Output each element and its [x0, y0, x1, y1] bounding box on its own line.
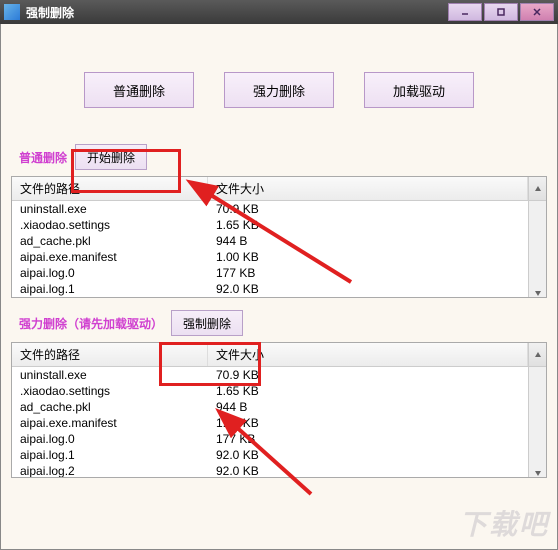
scrollbar[interactable]: [528, 201, 546, 297]
cell-path: .xiaodao.settings: [20, 218, 216, 232]
cell-size: 944 B: [216, 234, 538, 248]
section1-header: 普通删除 开始删除: [11, 138, 547, 176]
table-row[interactable]: aipai.exe.manifest1.00 KB: [12, 249, 546, 265]
cell-path: aipai.log.0: [20, 432, 216, 446]
table-row[interactable]: aipai.log.0177 KB: [12, 431, 546, 447]
cell-path: ad_cache.pkl: [20, 400, 216, 414]
window-title: 强制删除: [26, 4, 448, 21]
cell-path: aipai.log.1: [20, 282, 216, 296]
cell-size: 177 KB: [216, 432, 538, 446]
section2-table: 文件的路径 文件大小 uninstall.exe70.9 KB.xiaodao.…: [11, 342, 547, 478]
table-row[interactable]: aipai.log.0177 KB: [12, 265, 546, 281]
table-row[interactable]: .xiaodao.settings1.65 KB: [12, 383, 546, 399]
section2-label: 强力删除（请先加载驱动）: [19, 315, 163, 332]
cell-size: 177 KB: [216, 266, 538, 280]
load-driver-button[interactable]: 加载驱动: [364, 72, 474, 108]
cell-size: 1.00 KB: [216, 250, 538, 264]
cell-size: 92.0 KB: [216, 282, 538, 296]
table-row[interactable]: ad_cache.pkl944 B: [12, 233, 546, 249]
table-row[interactable]: ad_cache.pkl944 B: [12, 399, 546, 415]
cell-path: .xiaodao.settings: [20, 384, 216, 398]
col-header-path[interactable]: 文件的路径: [12, 177, 208, 200]
cell-path: aipai.log.1: [20, 448, 216, 462]
cell-path: aipai.exe.manifest: [20, 250, 216, 264]
cell-size: 944 B: [216, 400, 538, 414]
force-delete-action-button[interactable]: 强制删除: [171, 310, 243, 336]
col-header-size[interactable]: 文件大小: [208, 343, 528, 366]
table-row[interactable]: uninstall.exe70.9 KB: [12, 367, 546, 383]
col-header-path[interactable]: 文件的路径: [12, 343, 208, 366]
cell-path: aipai.log.2: [20, 464, 216, 477]
maximize-button[interactable]: [484, 3, 518, 21]
cell-size: 70.9 KB: [216, 368, 538, 382]
table-row[interactable]: aipai.log.192.0 KB: [12, 281, 546, 297]
top-button-row: 普通删除 强力删除 加载驱动: [11, 42, 547, 138]
force-delete-button[interactable]: 强力删除: [224, 72, 334, 108]
cell-path: uninstall.exe: [20, 202, 216, 216]
cell-path: uninstall.exe: [20, 368, 216, 382]
table-row[interactable]: aipai.log.292.0 KB: [12, 463, 546, 477]
col-header-size[interactable]: 文件大小: [208, 177, 528, 200]
minimize-button[interactable]: [448, 3, 482, 21]
section1-body: uninstall.exe70.9 KB.xiaodao.settings1.6…: [12, 201, 546, 297]
cell-size: 92.0 KB: [216, 464, 538, 477]
section1-label: 普通删除: [19, 149, 67, 166]
titlebar: 强制删除: [0, 0, 558, 24]
cell-path: aipai.exe.manifest: [20, 416, 216, 430]
cell-size: 70.9 KB: [216, 202, 538, 216]
scrollbar[interactable]: [528, 367, 546, 477]
cell-path: aipai.log.0: [20, 266, 216, 280]
table-row[interactable]: .xiaodao.settings1.65 KB: [12, 217, 546, 233]
cell-path: ad_cache.pkl: [20, 234, 216, 248]
section2-body: uninstall.exe70.9 KB.xiaodao.settings1.6…: [12, 367, 546, 477]
cell-size: 92.0 KB: [216, 448, 538, 462]
normal-delete-button[interactable]: 普通删除: [84, 72, 194, 108]
section1-table: 文件的路径 文件大小 uninstall.exe70.9 KB.xiaodao.…: [11, 176, 547, 298]
watermark: 下载吧: [459, 503, 549, 543]
cell-size: 1.65 KB: [216, 218, 538, 232]
close-button[interactable]: [520, 3, 554, 21]
cell-size: 1.65 KB: [216, 384, 538, 398]
scroll-up-icon[interactable]: [528, 343, 546, 366]
start-delete-button[interactable]: 开始删除: [75, 144, 147, 170]
table-row[interactable]: uninstall.exe70.9 KB: [12, 201, 546, 217]
cell-size: 1.00 KB: [216, 416, 538, 430]
section2-header: 强力删除（请先加载驱动） 强制删除: [11, 304, 547, 342]
scroll-up-icon[interactable]: [528, 177, 546, 200]
table-row[interactable]: aipai.log.192.0 KB: [12, 447, 546, 463]
table-row[interactable]: aipai.exe.manifest1.00 KB: [12, 415, 546, 431]
app-logo-icon: [4, 4, 20, 20]
